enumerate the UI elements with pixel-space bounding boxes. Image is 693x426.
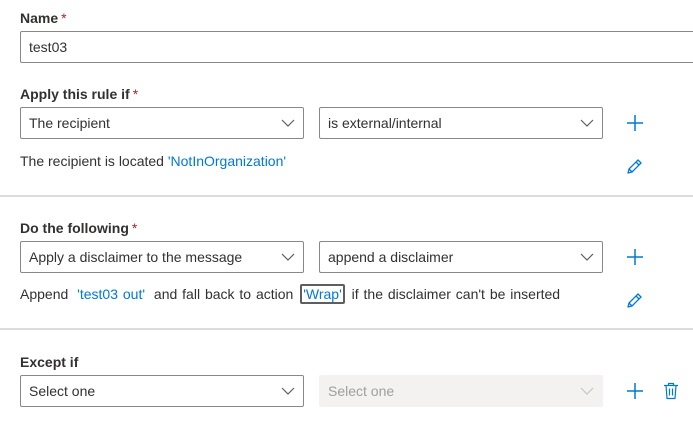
except-operator-dropdown: Select one — [319, 375, 603, 407]
name-label: Name * — [20, 10, 67, 26]
do-following-label: Do the following * — [20, 220, 137, 236]
edit-action-button[interactable] — [623, 290, 645, 312]
condition-dropdown-value: The recipient — [29, 115, 110, 131]
delete-icon — [664, 382, 678, 400]
required-marker: * — [131, 220, 138, 236]
chevron-down-icon — [281, 387, 295, 395]
required-marker: * — [132, 86, 139, 102]
operator-dropdown-value: is external/internal — [328, 115, 442, 131]
add-condition-button[interactable] — [624, 112, 646, 134]
add-action-button[interactable] — [624, 246, 646, 268]
subaction-dropdown-value: append a disclaimer — [328, 249, 454, 265]
do-following-label-text: Do the following — [20, 220, 129, 236]
name-input-value: test03 — [29, 39, 68, 55]
condition-dropdown[interactable]: The recipient — [20, 107, 304, 139]
required-marker: * — [61, 10, 67, 26]
name-input[interactable]: test03 — [20, 31, 693, 63]
add-icon — [627, 249, 643, 265]
chevron-down-icon — [281, 119, 295, 127]
action-summary-middle: and fall back to action — [153, 286, 294, 302]
edit-icon — [627, 159, 642, 174]
add-exception-button[interactable] — [624, 380, 646, 402]
apply-rule-label-text: Apply this rule if — [20, 86, 130, 102]
action-summary-prefix: Append — [20, 286, 69, 302]
edit-condition-button[interactable] — [623, 156, 645, 178]
chevron-down-icon — [580, 253, 594, 261]
condition-summary-value-link[interactable]: 'NotInOrganization' — [168, 153, 286, 169]
action-dropdown[interactable]: Apply a disclaimer to the message — [20, 241, 304, 273]
fallback-action-link[interactable]: 'Wrap' — [300, 284, 345, 304]
section-divider — [0, 195, 693, 197]
except-operator-dropdown-value: Select one — [328, 383, 395, 399]
except-condition-dropdown-value: Select one — [29, 383, 96, 399]
condition-summary: The recipient is located 'NotInOrganizat… — [20, 153, 286, 169]
action-summary-suffix: if the disclaimer can't be inserted — [351, 286, 561, 302]
apply-rule-label: Apply this rule if * — [20, 86, 138, 102]
disclaimer-link[interactable]: 'test03 out' — [77, 286, 145, 302]
delete-exception-button[interactable] — [660, 380, 682, 402]
except-condition-dropdown[interactable]: Select one — [20, 375, 304, 407]
action-summary: Append 'test03 out' and fall back to act… — [20, 284, 561, 304]
action-dropdown-value: Apply a disclaimer to the message — [29, 249, 243, 265]
condition-summary-prefix: The recipient is located — [20, 153, 164, 169]
except-if-label: Except if — [20, 354, 79, 370]
section-divider — [0, 328, 693, 330]
edit-icon — [627, 293, 642, 308]
name-label-text: Name — [20, 10, 59, 26]
add-icon — [627, 115, 643, 131]
chevron-down-icon — [580, 387, 594, 395]
chevron-down-icon — [580, 119, 594, 127]
chevron-down-icon — [281, 253, 295, 261]
add-icon — [627, 383, 643, 399]
operator-dropdown[interactable]: is external/internal — [319, 107, 603, 139]
subaction-dropdown[interactable]: append a disclaimer — [319, 241, 603, 273]
